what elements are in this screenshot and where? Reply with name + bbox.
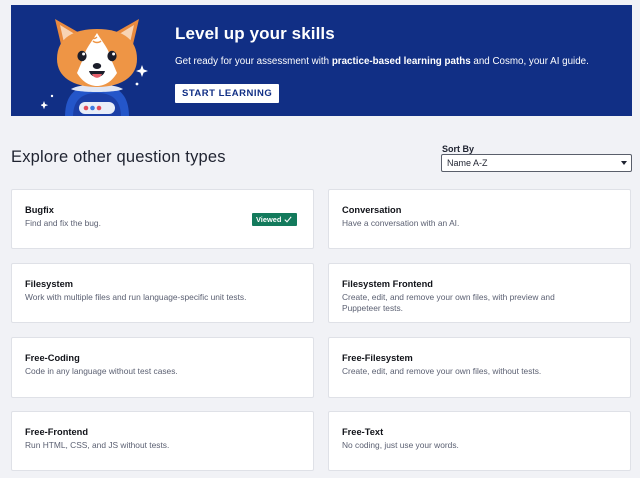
banner-subtitle-bold: practice-based learning paths [331,56,471,67]
checkmark-icon [284,216,292,223]
card-title: Free-Frontend [25,427,89,437]
card-title: Bugfix [25,205,54,215]
sort-select[interactable]: Name A-Z [441,154,632,172]
banner-subtitle-prefix: Get ready for your assessment with [175,56,332,67]
section-title: Explore other question types [11,148,226,166]
chevron-down-icon [621,161,627,165]
card-title: Filesystem Frontend [342,279,433,289]
question-type-card-bugfix[interactable]: Bugfix Find and fix the bug. Viewed [11,189,314,249]
start-learning-button[interactable]: START LEARNING [175,84,280,103]
card-description: Run HTML, CSS, and JS without tests. [25,440,170,450]
viewed-badge: Viewed [252,213,297,226]
question-type-card-filesystem[interactable]: Filesystem Work with multiple files and … [11,263,314,323]
question-type-card-free-filesystem[interactable]: Free-Filesystem Create, edit, and remove… [328,337,631,398]
card-description: Create, edit, and remove your own files,… [342,292,555,313]
question-type-card-filesystem-frontend[interactable]: Filesystem Frontend Create, edit, and re… [328,263,631,323]
card-title: Free-Coding [25,353,80,363]
card-description: Work with multiple files and run languag… [25,292,247,302]
page: Level up your skills Get ready for your … [0,0,640,478]
card-description: No coding, just use your words. [342,440,459,450]
banner-subtitle: Get ready for your assessment with pract… [175,56,625,67]
banner-title: Level up your skills [175,24,335,43]
question-type-card-conversation[interactable]: Conversation Have a conversation with an… [328,189,631,249]
banner-subtitle-suffix: and Cosmo, your AI guide. [470,56,589,67]
question-type-card-free-frontend[interactable]: Free-Frontend Run HTML, CSS, and JS with… [11,411,314,471]
viewed-badge-label: Viewed [256,215,282,224]
corgi-mascot-illustration [41,19,148,116]
card-description: Code in any language without test cases. [25,366,178,376]
promo-banner: Level up your skills Get ready for your … [11,5,632,116]
card-title: Free-Text [342,427,384,437]
card-title: Filesystem [25,279,74,289]
question-type-card-free-text[interactable]: Free-Text No coding, just use your words… [328,411,631,471]
card-description: Have a conversation with an AI. [342,218,460,228]
card-title: Conversation [342,205,402,215]
sort-by-label: Sort By [442,144,475,154]
card-description: Create, edit, and remove your own files,… [342,366,542,376]
question-type-card-free-coding[interactable]: Free-Coding Code in any language without… [11,337,314,398]
card-title: Free-Filesystem [342,353,413,363]
card-description: Find and fix the bug. [25,218,101,228]
sort-selected-value: Name A-Z [447,158,488,168]
